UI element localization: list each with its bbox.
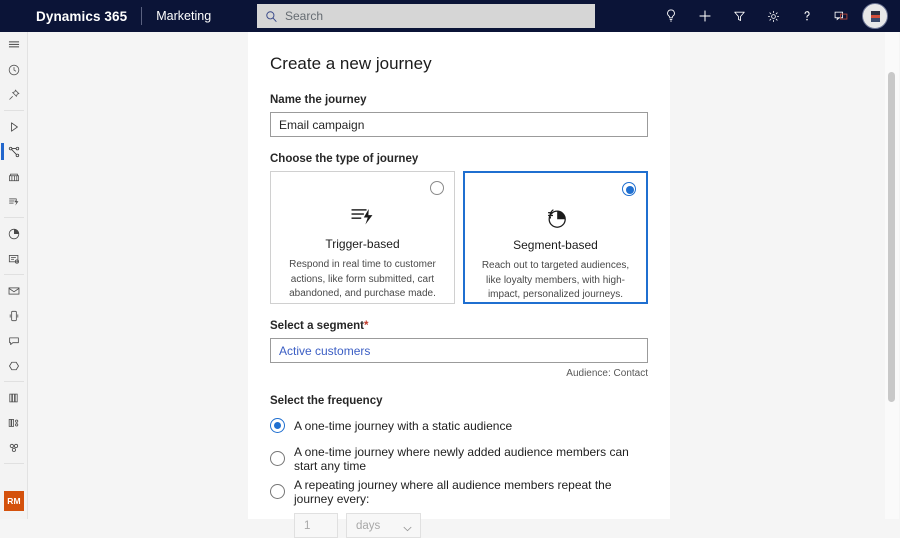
pinned-pin-icon[interactable] bbox=[0, 82, 28, 107]
app-header: Dynamics 365 Marketing Search bbox=[0, 0, 900, 32]
page-scrollbar-thumb[interactable] bbox=[888, 72, 895, 402]
analytics-pie-icon[interactable] bbox=[0, 221, 28, 246]
create-journey-panel: Create a new journey Name the journey Em… bbox=[248, 32, 670, 538]
rail-divider bbox=[3, 110, 24, 111]
repeat-interval-input[interactable]: 1 bbox=[294, 513, 338, 538]
text-message-device-icon[interactable] bbox=[0, 303, 28, 328]
help-question-icon[interactable] bbox=[790, 0, 824, 32]
segment-label-text: Select a segment bbox=[270, 320, 364, 332]
site-map-hamburger-icon[interactable] bbox=[0, 32, 28, 57]
segments-grid-icon[interactable] bbox=[0, 164, 28, 189]
brand-divider bbox=[141, 7, 143, 25]
global-search[interactable]: Search bbox=[257, 4, 595, 28]
frequency-option-one-time-rolling[interactable]: A one-time journey where newly added aud… bbox=[270, 444, 648, 473]
audience-people-icon[interactable] bbox=[0, 435, 28, 460]
chevron-down-icon bbox=[403, 523, 412, 531]
search-placeholder: Search bbox=[285, 9, 324, 23]
radio-icon bbox=[270, 418, 285, 433]
rail-footer: RM bbox=[0, 491, 28, 511]
filter-icon[interactable] bbox=[722, 0, 756, 32]
search-icon bbox=[265, 10, 278, 23]
frequency-option-label: A one-time journey with a static audienc… bbox=[294, 418, 513, 433]
forms-document-icon[interactable] bbox=[0, 246, 28, 271]
trigger-based-description: Respond in real time to customer actions… bbox=[289, 259, 436, 299]
segment-pie-icon bbox=[477, 199, 634, 235]
segment-lookup-input[interactable]: Active customers bbox=[270, 338, 648, 363]
triggers-bolt-icon[interactable] bbox=[0, 189, 28, 214]
insights-lightbulb-icon[interactable] bbox=[654, 0, 688, 32]
frequency-option-label: A repeating journey where all audience m… bbox=[294, 477, 612, 506]
settings-gear-icon[interactable] bbox=[756, 0, 790, 32]
radio-icon bbox=[270, 484, 285, 499]
trigger-based-radio[interactable] bbox=[430, 181, 444, 195]
page-body: Create a new journey Name the journey Em… bbox=[29, 32, 900, 538]
repeat-unit-select[interactable]: days bbox=[346, 513, 421, 538]
name-field-label: Name the journey bbox=[270, 94, 367, 106]
rail-divider bbox=[3, 274, 24, 275]
repeat-unit-value: days bbox=[356, 519, 381, 532]
avatar[interactable] bbox=[862, 3, 888, 29]
app-module-name: Marketing bbox=[156, 9, 212, 23]
segment-based-description: Reach out to targeted audiences, like lo… bbox=[481, 260, 630, 300]
trigger-bolt-icon bbox=[283, 198, 442, 234]
frequency-label: Select the frequency bbox=[270, 395, 383, 407]
segment-based-radio[interactable] bbox=[622, 182, 636, 196]
required-marker: * bbox=[363, 320, 369, 332]
rail-divider bbox=[3, 381, 24, 382]
quick-create-plus-icon[interactable] bbox=[688, 0, 722, 32]
avatar-image bbox=[870, 10, 880, 22]
recent-clock-icon[interactable] bbox=[0, 57, 28, 82]
repeat-interval-controls: 1 days bbox=[294, 513, 648, 538]
journey-type-label: Choose the type of journey bbox=[270, 153, 419, 165]
assets-icon[interactable] bbox=[0, 410, 28, 435]
journey-type-card-trigger-based[interactable]: Trigger-based Respond in real time to cu… bbox=[270, 171, 455, 304]
rail-divider bbox=[3, 463, 24, 464]
journey-type-cards: Trigger-based Respond in real time to cu… bbox=[270, 171, 648, 304]
channels-play-icon[interactable] bbox=[0, 114, 28, 139]
radio-icon bbox=[270, 451, 285, 466]
push-notification-icon[interactable] bbox=[0, 328, 28, 353]
emails-envelope-icon[interactable] bbox=[0, 278, 28, 303]
custom-channel-icon[interactable] bbox=[0, 353, 28, 378]
frequency-option-repeating[interactable]: A repeating journey where all audience m… bbox=[270, 477, 648, 506]
segment-based-title: Segment-based bbox=[513, 238, 598, 252]
left-navigation-rail: RM bbox=[0, 32, 28, 519]
journey-type-card-segment-based[interactable]: Segment-based Reach out to targeted audi… bbox=[463, 171, 648, 304]
page-title: Create a new journey bbox=[270, 54, 432, 73]
header-icon-group bbox=[654, 0, 894, 32]
segment-field-label: Select a segment* bbox=[270, 320, 648, 332]
library-books-icon[interactable] bbox=[0, 385, 28, 410]
journey-name-input[interactable]: Email campaign bbox=[270, 112, 648, 137]
trigger-based-title: Trigger-based bbox=[325, 237, 400, 251]
frequency-option-one-time-static[interactable]: A one-time journey with a static audienc… bbox=[270, 413, 648, 438]
audience-note: Audience: Contact bbox=[566, 368, 648, 379]
feedback-chat-icon[interactable] bbox=[824, 0, 858, 32]
brand-title: Dynamics 365 bbox=[36, 8, 128, 24]
journeys-flow-icon[interactable] bbox=[0, 139, 28, 164]
page-scrollbar-track[interactable] bbox=[885, 32, 899, 519]
frequency-option-label: A one-time journey where newly added aud… bbox=[294, 444, 629, 473]
environment-badge[interactable]: RM bbox=[4, 491, 24, 511]
rail-divider bbox=[3, 217, 24, 218]
